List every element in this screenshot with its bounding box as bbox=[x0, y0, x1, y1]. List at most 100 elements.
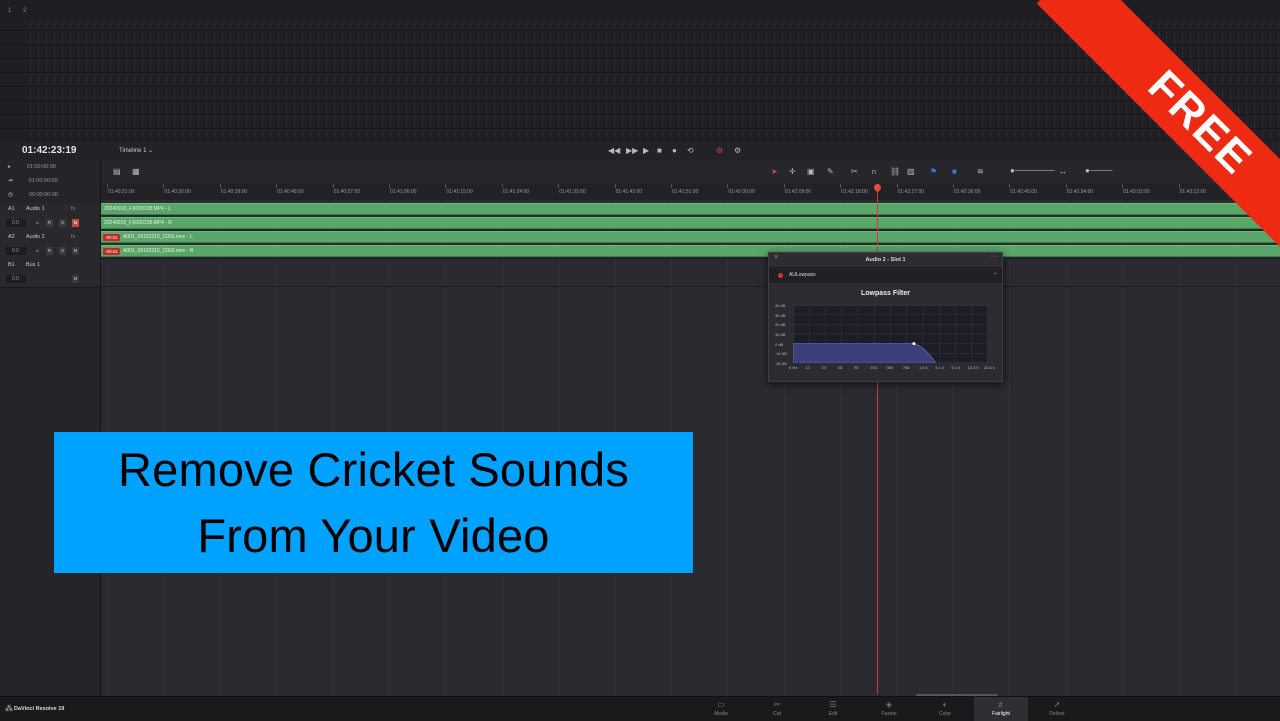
meter-column bbox=[734, 22, 735, 138]
hz-axis-label: 768 bbox=[902, 365, 910, 370]
plugin-title-bar[interactable]: Audio 2 - Slot 1 bbox=[769, 253, 1002, 267]
meter-column bbox=[294, 22, 295, 138]
stop-icon[interactable]: ■ bbox=[657, 146, 662, 155]
page-tab-edit[interactable]: ☰ Edit bbox=[806, 697, 860, 721]
timeline-selector[interactable]: Timeline 1 ⌄ bbox=[119, 147, 153, 154]
meter-column bbox=[926, 22, 927, 138]
page-tab-cut[interactable]: ✂ Cut bbox=[750, 697, 804, 721]
meter-column bbox=[62, 22, 63, 138]
ruler-tick-label: 01:42:18:00 bbox=[841, 189, 868, 195]
meter-column bbox=[814, 22, 815, 138]
marker-icon[interactable]: ■ bbox=[952, 167, 957, 176]
in-point-icon: ▸ bbox=[8, 164, 11, 170]
page-tab-fusion[interactable]: ◈ Fusion bbox=[862, 697, 916, 721]
page-tab-deliver[interactable]: ➚ Deliver bbox=[1030, 697, 1084, 721]
brush-tool-icon[interactable]: ✎ bbox=[827, 167, 834, 176]
meter-column bbox=[78, 22, 79, 138]
mute-button[interactable]: M bbox=[72, 219, 79, 227]
timeline-gridline bbox=[1009, 200, 1011, 696]
page-tab-fairlight[interactable]: ♬ Fairlight bbox=[974, 697, 1028, 721]
track-volume[interactable]: 0.0 bbox=[6, 247, 26, 255]
play-icon[interactable]: ▶ bbox=[643, 146, 649, 155]
record-arm-button[interactable]: R bbox=[46, 247, 53, 255]
mute-button[interactable]: M bbox=[72, 275, 79, 283]
track-volume[interactable]: 0.0 bbox=[6, 275, 26, 283]
ruler-tick bbox=[107, 184, 108, 188]
meter-column bbox=[654, 22, 655, 138]
ruler-tick-label: 01:41:24:00 bbox=[502, 189, 530, 195]
page-tab-color[interactable]: ◐ Color bbox=[918, 697, 972, 721]
chevron-down-icon: ⌄ bbox=[148, 148, 154, 154]
lock-icon[interactable]: 🔒︎ bbox=[34, 247, 41, 255]
meter-column bbox=[974, 22, 975, 138]
track-header-a1[interactable]: A1 Audio 1 fx 0.0 🔒︎ R S M bbox=[0, 203, 100, 232]
meter-column bbox=[174, 22, 175, 138]
clip-offset-badge: -00:01 bbox=[103, 234, 120, 241]
meter-column bbox=[646, 22, 647, 138]
track-name[interactable]: Audio 2 bbox=[26, 234, 45, 240]
page-tab-label: Color bbox=[939, 711, 951, 717]
link-icon[interactable]: ⛓ bbox=[890, 167, 900, 176]
filter-response-graph[interactable] bbox=[793, 305, 988, 363]
fx-icon[interactable]: fx bbox=[71, 234, 75, 240]
filter-title: Lowpass Filter bbox=[860, 290, 910, 297]
hz-axis-label: 1.5 k bbox=[919, 365, 928, 370]
plugin-body: Lowpass Filter 40 dB 30 dB 20 dB 10 dB 0 dB -… bbox=[769, 284, 1002, 381]
range-tool-icon[interactable]: ✛ bbox=[789, 167, 796, 176]
meter-column bbox=[358, 22, 359, 138]
solo-button[interactable]: S bbox=[59, 247, 66, 255]
view-options-icon[interactable]: ▤ bbox=[113, 167, 121, 176]
resolve-logo-icon: ⁂ bbox=[5, 704, 13, 713]
record-icon[interactable]: ● bbox=[672, 146, 677, 155]
hz-axis-label: 6 Hz bbox=[789, 365, 798, 370]
automation-icon[interactable]: ▨ bbox=[907, 167, 915, 176]
close-icon[interactable]: × bbox=[774, 254, 778, 261]
meter-column bbox=[542, 22, 543, 138]
meter-column bbox=[462, 22, 463, 138]
mute-button[interactable]: M bbox=[72, 247, 79, 255]
meter-column bbox=[678, 22, 679, 138]
solo-button[interactable]: S bbox=[59, 219, 66, 227]
cutoff-handle[interactable] bbox=[912, 342, 916, 346]
track-header-a2[interactable]: A2 Audio 2 fx 0.0 🔒︎ R S M bbox=[0, 231, 100, 260]
page-tab-media[interactable]: ▭ Media bbox=[694, 697, 748, 721]
edit-selection-icon[interactable]: ▣ bbox=[807, 167, 815, 176]
plugin-window[interactable]: Audio 2 - Slot 1 × ··· AULowpass ⌁ Lowpa… bbox=[768, 252, 1003, 382]
monitor-icon[interactable]: ⚙ bbox=[716, 146, 723, 155]
meter-column bbox=[878, 22, 879, 138]
ruler-tick bbox=[219, 184, 221, 188]
meter-column bbox=[54, 22, 55, 138]
fast-forward-icon[interactable]: ▶▶ bbox=[626, 146, 638, 155]
record-arm-button[interactable]: R bbox=[46, 219, 53, 227]
razor-icon[interactable]: ✂ bbox=[851, 167, 858, 176]
meter-column bbox=[822, 22, 823, 138]
track-volume[interactable]: 0.0 bbox=[6, 219, 26, 227]
ruler-tick bbox=[953, 184, 954, 188]
meter-column bbox=[414, 22, 415, 138]
clip-offset-badge: -00:01 bbox=[103, 248, 120, 255]
rewind-icon[interactable]: ◀◀ bbox=[608, 146, 620, 155]
fairlight-page-icon: ♬ bbox=[997, 700, 1005, 709]
settings-icon[interactable]: ⚙ bbox=[734, 146, 741, 155]
lock-icon[interactable]: 🔒︎ bbox=[34, 219, 41, 227]
db-axis-label: 20 dB bbox=[775, 322, 786, 328]
track-name[interactable]: Bus 1 bbox=[26, 262, 40, 268]
grid-view-icon[interactable]: ▦ bbox=[132, 167, 140, 176]
flag-icon[interactable]: ⚑ bbox=[930, 167, 937, 176]
ruler-tick bbox=[840, 184, 842, 188]
link-icon[interactable]: ⌁ bbox=[993, 270, 997, 277]
track-header-b1[interactable]: B1 Bus 1 0.0 M bbox=[0, 259, 100, 288]
track-name[interactable]: Audio 1 bbox=[26, 206, 45, 212]
meter-channel-label: 1 bbox=[8, 8, 12, 14]
timecode-display: 01:42:23:19 bbox=[22, 145, 77, 156]
timeline-gridline bbox=[1065, 200, 1067, 696]
fx-icon[interactable]: fx bbox=[71, 206, 75, 212]
meter-column bbox=[886, 22, 887, 138]
bypass-toggle[interactable] bbox=[778, 273, 783, 278]
page-tab-label: Fusion bbox=[881, 711, 897, 717]
meter-column bbox=[70, 22, 71, 138]
loop-icon[interactable]: ⟲ bbox=[687, 146, 694, 155]
meter-column bbox=[870, 22, 871, 138]
pointer-tool-icon[interactable]: ➤ bbox=[771, 167, 778, 176]
snapping-icon[interactable]: ∩ bbox=[871, 167, 877, 176]
